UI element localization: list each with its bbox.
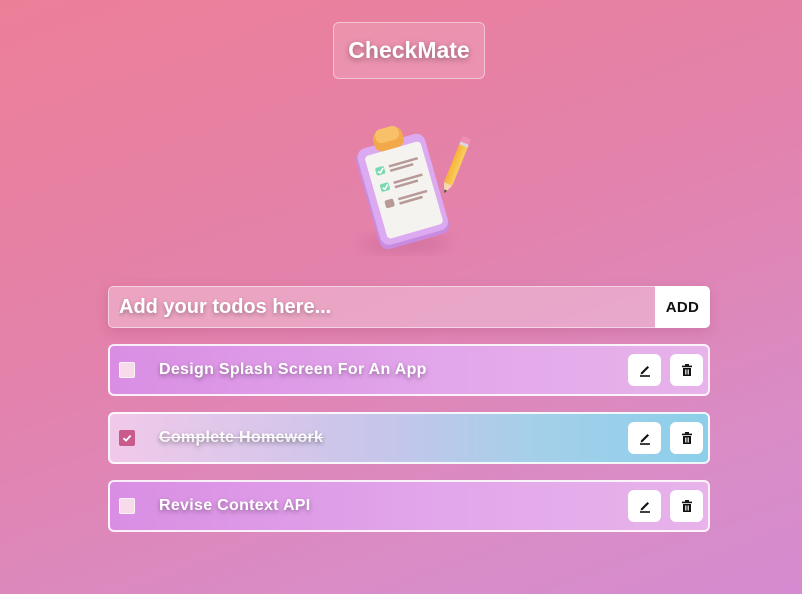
trash-icon: [681, 432, 692, 444]
todo-text: Complete Homework: [159, 429, 324, 446]
clipboard-checklist-pencil-icon: [345, 116, 471, 256]
todo-checkbox[interactable]: [119, 498, 135, 514]
delete-button[interactable]: [670, 422, 703, 454]
pencil-icon: [639, 366, 650, 377]
trash-icon: [681, 500, 692, 512]
todo-item: Design Splash Screen For An App: [108, 344, 710, 396]
add-todo-form: ADD: [108, 286, 710, 328]
edit-button[interactable]: [628, 354, 661, 386]
todo-item: Revise Context API: [108, 480, 710, 532]
todo-checkbox[interactable]: [119, 362, 135, 378]
todo-checkbox[interactable]: [119, 430, 135, 446]
todo-input[interactable]: [108, 286, 655, 328]
trash-icon: [681, 364, 692, 376]
delete-button[interactable]: [670, 354, 703, 386]
edit-button[interactable]: [628, 490, 661, 522]
add-button[interactable]: ADD: [655, 286, 710, 328]
edit-button[interactable]: [628, 422, 661, 454]
app-title: CheckMate: [333, 22, 485, 79]
delete-button[interactable]: [670, 490, 703, 522]
todo-item: Complete Homework: [108, 412, 710, 464]
todo-text: Revise Context API: [159, 497, 311, 514]
pencil-icon: [639, 502, 650, 513]
checkmark-icon: [122, 434, 132, 442]
todo-text: Design Splash Screen For An App: [159, 361, 427, 378]
pencil-icon: [639, 434, 650, 445]
